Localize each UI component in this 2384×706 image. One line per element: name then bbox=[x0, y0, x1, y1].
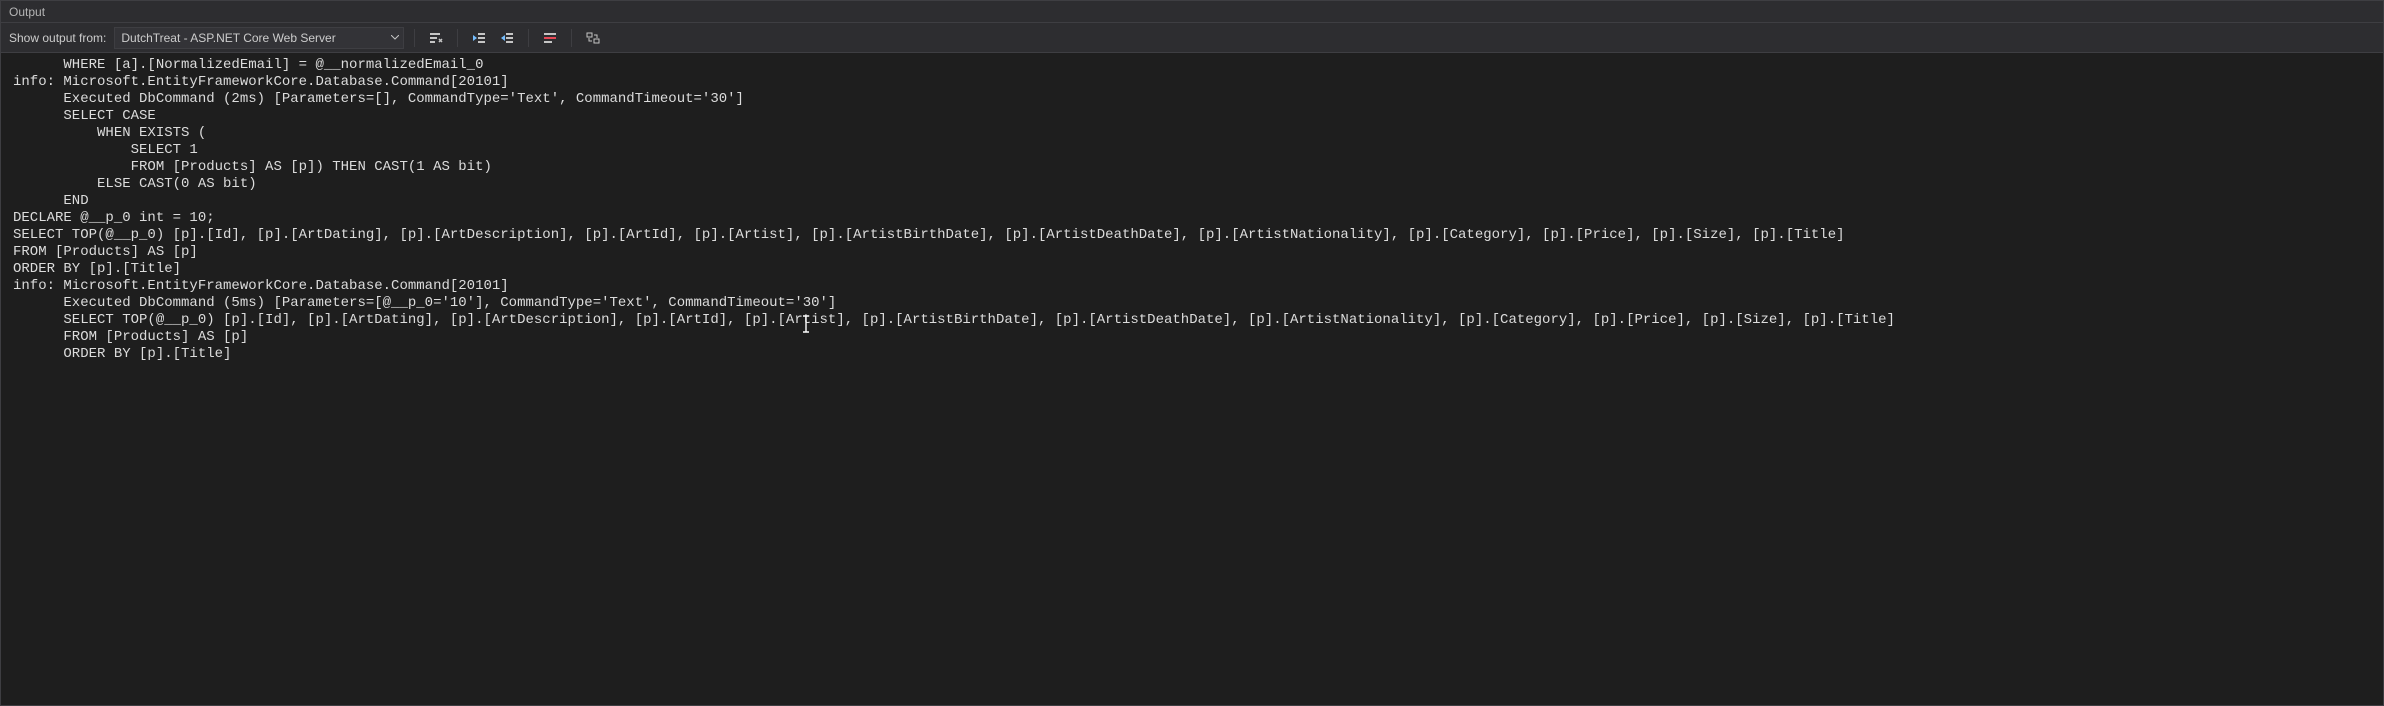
output-log-text: WHERE [a].[NormalizedEmail] = @__normali… bbox=[13, 57, 2375, 363]
chevron-down-icon bbox=[391, 34, 399, 42]
text-cursor-icon bbox=[801, 315, 811, 333]
show-output-label: Show output from: bbox=[9, 31, 106, 45]
toggle-icon bbox=[586, 31, 600, 45]
toolbar-divider bbox=[414, 29, 415, 47]
outdent-button[interactable] bbox=[468, 27, 490, 49]
output-content-area[interactable]: WHERE [a].[NormalizedEmail] = @__normali… bbox=[1, 53, 2383, 705]
output-source-dropdown[interactable]: DutchTreat - ASP.NET Core Web Server bbox=[114, 27, 404, 49]
panel-title-bar: Output bbox=[1, 1, 2383, 23]
output-panel: Output Show output from: DutchTreat - AS… bbox=[0, 0, 2384, 706]
toolbar-divider bbox=[571, 29, 572, 47]
toolbar-divider bbox=[457, 29, 458, 47]
indent-icon bbox=[500, 31, 514, 45]
output-toolbar: Show output from: DutchTreat - ASP.NET C… bbox=[1, 23, 2383, 53]
word-wrap-icon bbox=[543, 31, 557, 45]
word-wrap-button[interactable] bbox=[539, 27, 561, 49]
toggle-button[interactable] bbox=[582, 27, 604, 49]
clear-all-button[interactable] bbox=[425, 27, 447, 49]
outdent-icon bbox=[472, 31, 486, 45]
output-source-selected: DutchTreat - ASP.NET Core Web Server bbox=[121, 31, 335, 45]
panel-title: Output bbox=[9, 5, 45, 19]
clear-all-icon bbox=[429, 31, 443, 45]
toolbar-divider bbox=[528, 29, 529, 47]
indent-button[interactable] bbox=[496, 27, 518, 49]
